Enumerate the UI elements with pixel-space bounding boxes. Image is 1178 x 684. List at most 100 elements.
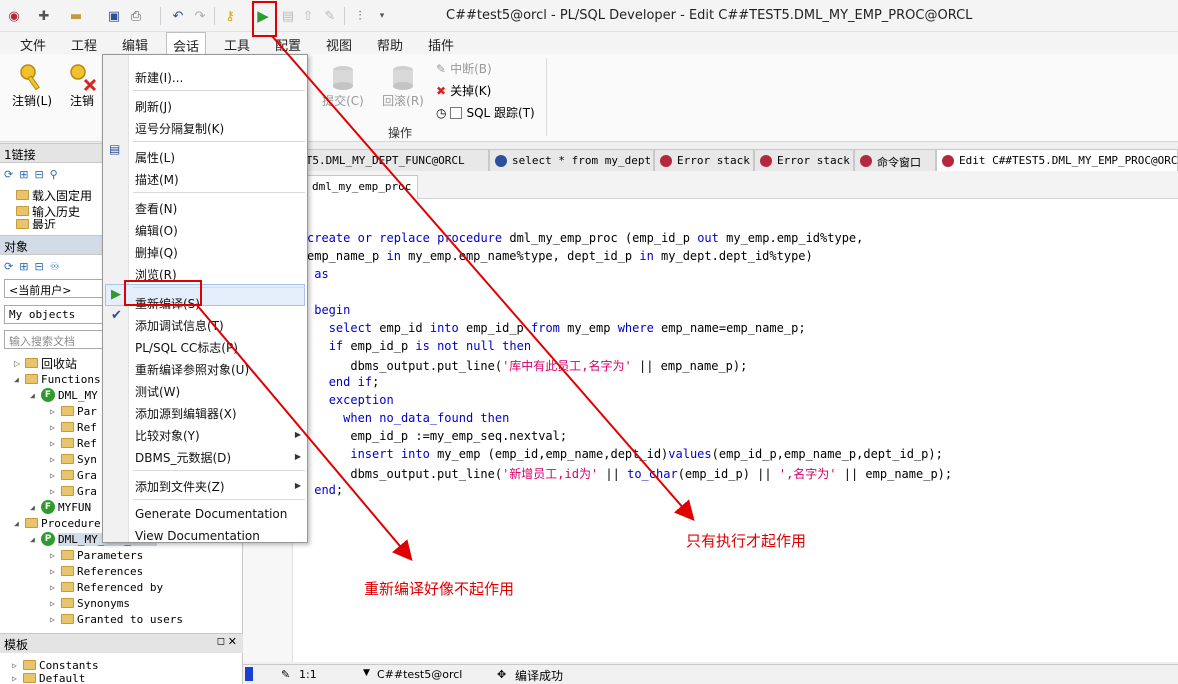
collapse-icon[interactable]: ⊟ [34,260,43,273]
tree-item[interactable]: ▷ Syn [50,451,97,467]
list-item[interactable]: ▷ Default [12,673,85,683]
key-icon[interactable]: ⚷ [220,6,240,26]
tab-error-stack-2[interactable]: Error stack [754,149,854,171]
tree-item[interactable]: ▷ Granted to users [50,611,183,627]
context-menu-item[interactable]: Generate Documentation [135,507,287,521]
expand-icon[interactable]: ⊞ [19,168,28,181]
logoff-button[interactable]: 注销(L) [8,62,56,109]
connect-icon[interactable]: ⚲ [50,168,58,181]
db-icon[interactable]: ◉ [4,6,24,26]
context-menu-item[interactable]: 删掉(Q) [135,244,178,261]
menu-config[interactable]: 配置 [275,35,301,54]
save-icon[interactable]: ▣ [104,6,124,26]
tree-item[interactable]: ▷ Synonyms [50,595,130,611]
settings-sliders-icon[interactable]: ⫶ [350,6,370,26]
connection-status[interactable]: C##test5@orcl [377,668,462,681]
context-menu-item[interactable]: 添加到文件夹(Z) [135,478,225,495]
tree-item[interactable]: ◢ Functions [14,371,101,387]
tree-item[interactable]: ▷ References [50,563,143,579]
print-icon[interactable]: ⎙ [126,6,146,26]
tree-item[interactable]: ▷ Gra [50,483,97,499]
commit-button[interactable]: 提交(C) [318,62,368,109]
tree-item[interactable]: ◢ F MYFUN [30,499,91,515]
context-menu-item[interactable]: 查看(N) [135,200,177,217]
tree-item[interactable]: ▷ Referenced by [50,579,163,595]
tree-item[interactable]: ▷ Gra [50,467,97,483]
expand-arrow-icon[interactable]: ▷ [50,439,58,448]
new-icon[interactable]: ✚ [34,6,54,26]
expand-arrow-icon[interactable]: ◢ [30,535,38,544]
menu-file[interactable]: 文件 [20,35,46,54]
context-menu-item[interactable]: 刷新(J) [135,98,172,115]
refresh-icon[interactable]: ⟳ [4,260,13,273]
subtab-proc[interactable]: dml_my_emp_proc [305,175,419,199]
menu-project[interactable]: 工程 [71,35,97,54]
restore-icon[interactable]: ◻ [217,636,225,647]
context-menu-item[interactable]: 添加调试信息(T) [135,317,224,334]
open-folder-icon[interactable]: ▬ [66,6,86,26]
menu-help[interactable]: 帮助 [377,35,403,54]
sql-trace-checkbox[interactable] [450,106,463,119]
tree-item[interactable]: ▷ Ref [50,435,97,451]
context-menu-item[interactable]: View Documentation [135,529,260,543]
close-icon[interactable]: ✕ [228,635,237,648]
upload-icon[interactable]: ⇧ [298,6,318,26]
menu-edit[interactable]: 编辑 [122,35,148,54]
expand-arrow-icon[interactable]: ▷ [50,551,58,560]
kill-button[interactable]: ✖ 关掉(K) [436,82,491,99]
expand-arrow-icon[interactable]: ▷ [50,423,58,432]
expand-arrow-icon[interactable]: ◢ [30,391,38,400]
list-item[interactable]: 载入固定用 [16,187,92,203]
tree-item[interactable]: ▷ Par [50,403,97,419]
sql-trace-toggle[interactable]: ◷ SQL 跟踪(T) [436,104,535,121]
tree-item[interactable]: ▷ Parameters [50,547,143,563]
menu-view[interactable]: 视图 [326,35,352,54]
redo-icon[interactable]: ↷ [190,6,210,26]
context-menu-item[interactable]: 逗号分隔复制(K) [135,120,224,137]
expand-arrow-icon[interactable]: ▷ [12,674,20,683]
context-menu-item[interactable]: 编辑(O) [135,222,178,239]
context-menu-item[interactable]: 比较对象(Y) [135,427,200,444]
chevron-down-icon[interactable]: ▼ [363,668,370,678]
tab-error-stack-1[interactable]: Error stack [654,149,754,171]
break-button[interactable]: ✎ 中断(B) [436,60,492,77]
tree-item[interactable]: ◢ F DML_MY [30,387,98,403]
expand-arrow-icon[interactable]: ◢ [14,519,22,528]
expand-arrow-icon[interactable]: ▷ [14,359,22,368]
rollback-button[interactable]: 回滚(R) [378,62,428,109]
list-item[interactable]: 最近 [16,219,56,229]
menu-tools[interactable]: 工具 [224,35,250,54]
tab-edit-emp-proc[interactable]: Edit C##TEST5.DML_MY_EMP_PROC@ORCL [936,149,1178,172]
context-menu-item[interactable]: PL/SQL CC标志(P) [135,339,238,356]
binoculars-icon[interactable]: ♾ [50,260,60,273]
context-menu-item[interactable]: 添加源到编辑器(X) [135,405,237,422]
collapse-icon[interactable]: ⊟ [34,168,43,181]
break-icon[interactable]: ✎ [320,6,340,26]
undo-icon[interactable]: ↶ [168,6,188,26]
expand-arrow-icon[interactable]: ▷ [50,567,58,576]
expand-arrow-icon[interactable]: ▷ [50,583,58,592]
expand-arrow-icon[interactable]: ◢ [14,375,22,384]
context-menu-item[interactable]: 重新编译参照对象(U) [135,361,249,378]
expand-icon[interactable]: ⊞ [19,260,28,273]
expand-arrow-icon[interactable]: ▷ [50,455,58,464]
context-menu-item[interactable]: 新建(I)... [135,69,183,86]
logoff-all-button[interactable]: 注销 [62,62,102,109]
tree-item[interactable]: ▷ 回收站 [14,355,77,371]
tab-command-window[interactable]: 命令窗口 [854,149,936,171]
context-menu-item[interactable]: DBMS_元数据(D) [135,449,231,466]
list-item[interactable]: ▷ Constants [12,657,99,673]
expand-arrow-icon[interactable]: ▷ [50,615,58,624]
context-menu-item[interactable]: 描述(M) [135,171,179,188]
expand-arrow-icon[interactable]: ▷ [12,661,20,670]
expand-arrow-icon[interactable]: ▷ [50,471,58,480]
tree-item[interactable]: ▷ Ref [50,419,97,435]
refresh-icon[interactable]: ⟳ [4,168,13,181]
expand-arrow-icon[interactable]: ◢ [30,503,38,512]
chevron-down-icon[interactable]: ▾ [372,6,392,26]
list-item[interactable]: 输入历史 [16,203,80,219]
expand-arrow-icon[interactable]: ▷ [50,599,58,608]
expand-arrow-icon[interactable]: ▷ [50,487,58,496]
menu-plugins[interactable]: 插件 [428,35,454,54]
context-menu-item[interactable]: 属性(L) [135,149,175,166]
